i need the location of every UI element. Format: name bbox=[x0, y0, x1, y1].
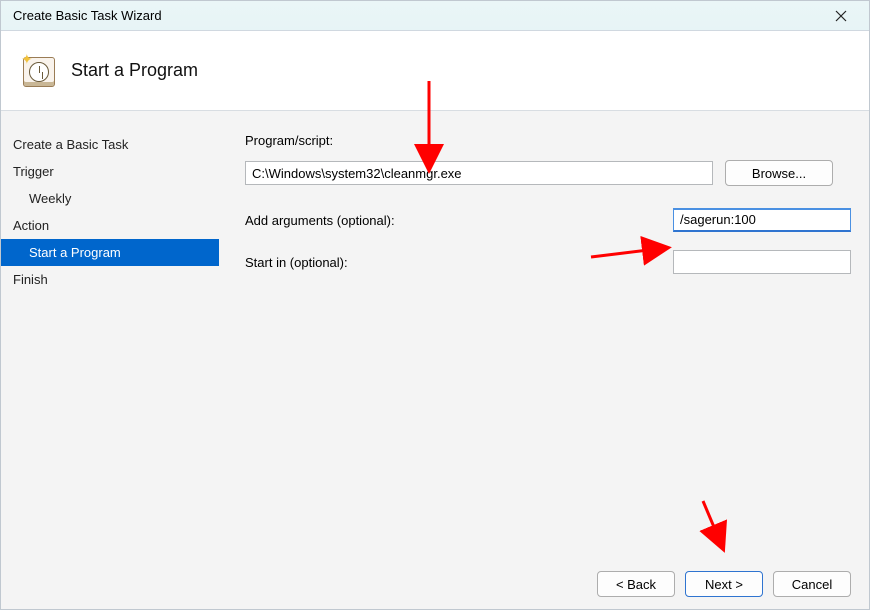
step-trigger[interactable]: Trigger bbox=[1, 158, 219, 185]
program-script-input[interactable] bbox=[245, 161, 713, 185]
step-weekly[interactable]: Weekly bbox=[1, 185, 219, 212]
back-button[interactable]: < Back bbox=[597, 571, 675, 597]
program-script-label: Program/script: bbox=[245, 133, 851, 148]
step-start-a-program[interactable]: Start a Program bbox=[1, 239, 219, 266]
step-action[interactable]: Action bbox=[1, 212, 219, 239]
add-arguments-label: Add arguments (optional): bbox=[245, 213, 653, 228]
step-create-basic-task[interactable]: Create a Basic Task bbox=[1, 131, 219, 158]
start-in-input[interactable] bbox=[673, 250, 851, 274]
wizard-steps-sidebar: Create a Basic Task Trigger Weekly Actio… bbox=[1, 111, 219, 559]
task-scheduler-icon: ✦ bbox=[19, 51, 59, 91]
browse-button[interactable]: Browse... bbox=[725, 160, 833, 186]
add-arguments-input[interactable] bbox=[673, 208, 851, 232]
titlebar: Create Basic Task Wizard bbox=[1, 1, 869, 31]
wizard-body: Create a Basic Task Trigger Weekly Actio… bbox=[1, 111, 869, 559]
wizard-header: ✦ Start a Program bbox=[1, 31, 869, 111]
page-title: Start a Program bbox=[71, 60, 198, 81]
window-title: Create Basic Task Wizard bbox=[13, 8, 162, 23]
start-in-label: Start in (optional): bbox=[245, 255, 653, 270]
step-finish[interactable]: Finish bbox=[1, 266, 219, 293]
next-button[interactable]: Next > bbox=[685, 571, 763, 597]
close-button[interactable] bbox=[821, 5, 861, 27]
cancel-button[interactable]: Cancel bbox=[773, 571, 851, 597]
wizard-footer: < Back Next > Cancel bbox=[1, 559, 869, 609]
form-area: Program/script: Browse... Add arguments … bbox=[219, 111, 869, 559]
